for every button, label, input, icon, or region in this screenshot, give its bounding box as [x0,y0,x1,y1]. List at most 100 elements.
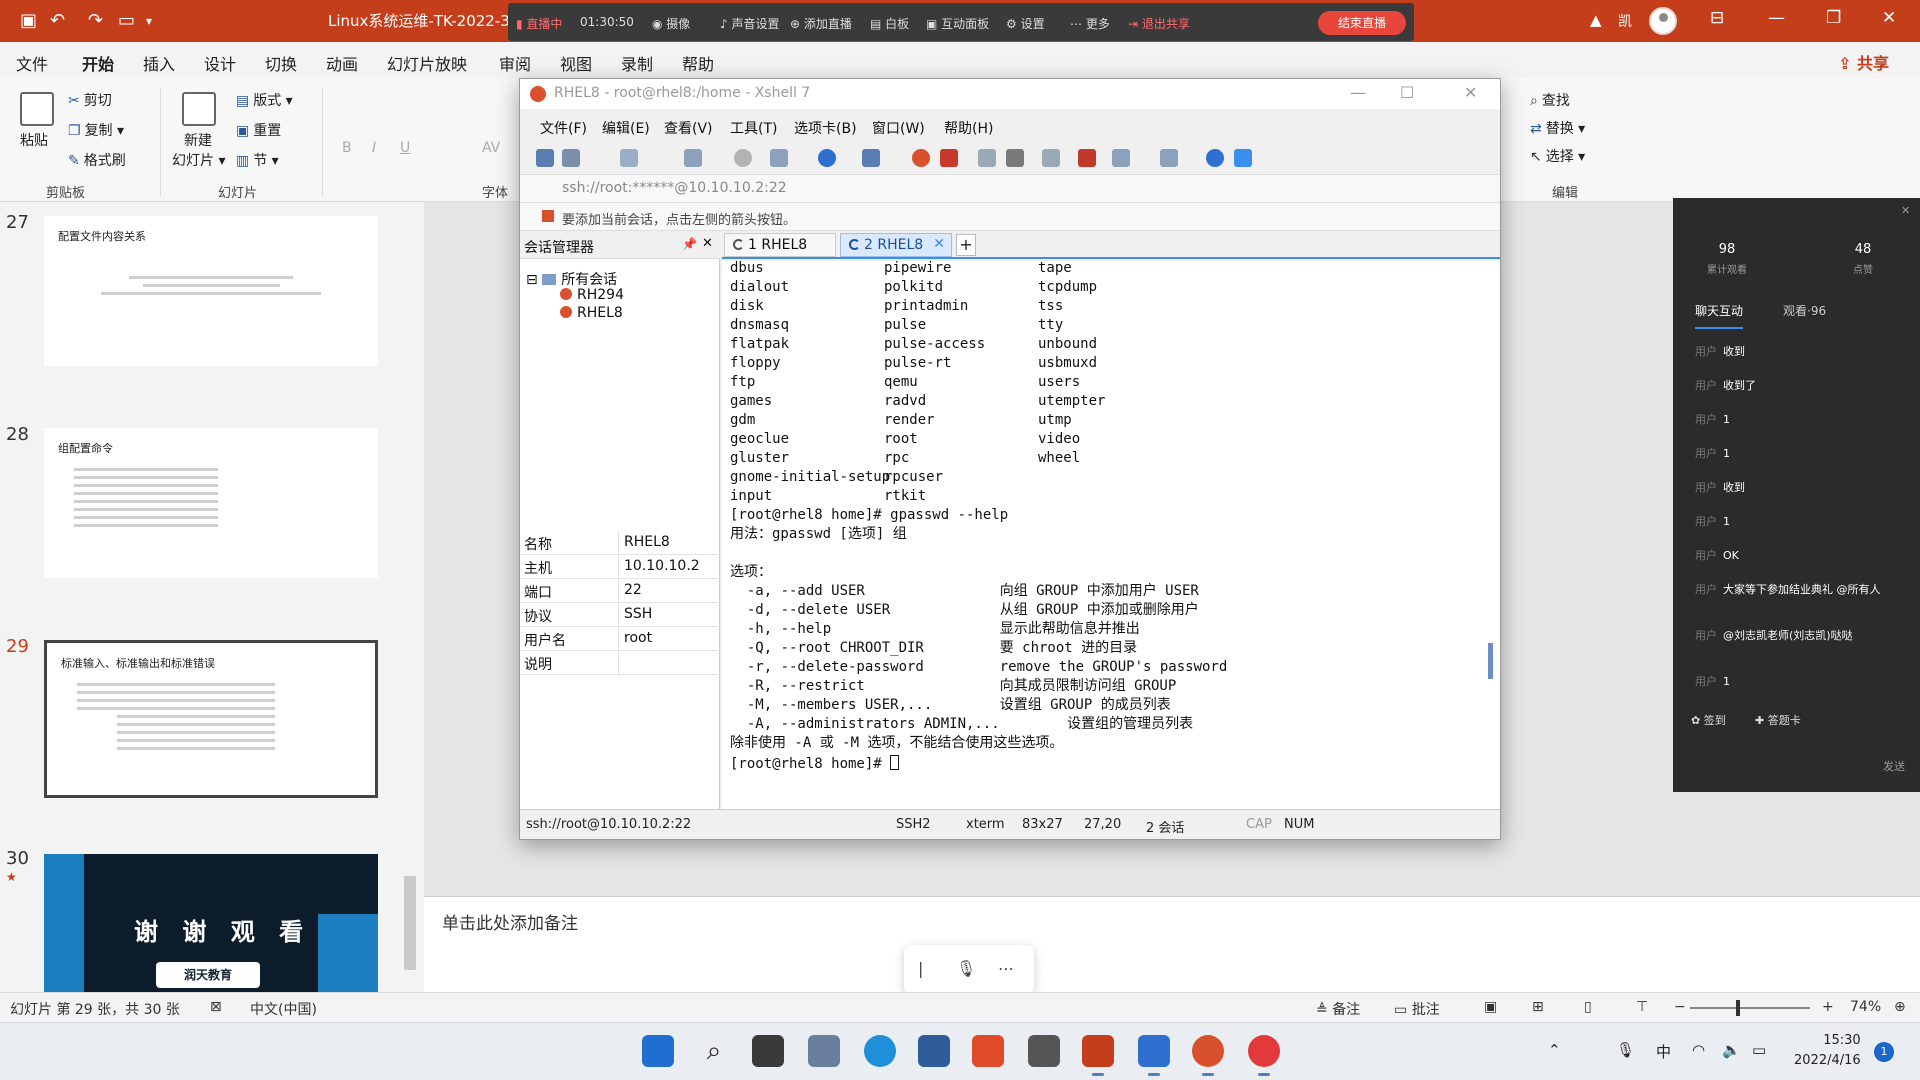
tab-slideshow[interactable]: 幻灯片放映 [387,51,467,75]
comments-toggle[interactable]: ▭ 批注 [1394,999,1440,1019]
paste-button[interactable]: 粘贴 [20,130,48,150]
menu-file[interactable]: 文件(F) [540,118,587,138]
tab-view[interactable]: 视图 [560,51,592,75]
spacing-button[interactable]: AV [482,140,500,156]
drag-handle[interactable]: | [918,959,923,978]
file-explorer-icon[interactable] [808,1035,840,1067]
powerpoint-icon[interactable] [1082,1035,1114,1076]
tab-session-2[interactable]: 2 RHEL8 ✕ [840,233,952,257]
store-icon[interactable] [918,1035,950,1067]
zoom-in-icon[interactable]: + [1822,999,1834,1015]
tab-home[interactable]: 开始 [82,51,115,81]
live-interact-button[interactable]: ▣ 互动面板 [926,15,989,32]
search-icon[interactable]: ⌕ [698,1035,730,1067]
notes-toggle[interactable]: ≜ 备注 [1316,999,1360,1019]
microphone-icon[interactable]: 🎙 [956,959,976,978]
italic-button[interactable]: I [372,140,376,156]
font-icon[interactable] [862,149,880,167]
reading-view-icon[interactable]: ▯ [1584,999,1592,1015]
zoom-slider[interactable] [1690,1007,1810,1009]
cut-button[interactable]: ✂ 剪切 [68,90,112,110]
share-button[interactable]: ⇪ 共享 [1838,50,1889,74]
minimize-icon[interactable]: — [1768,8,1785,28]
select-button[interactable]: ↖ 选择 ▾ [1530,146,1585,166]
avatar[interactable] [1649,7,1677,35]
save-icon[interactable]: ▣ [20,10,37,31]
tree-root[interactable]: ⊟ 所有会话 [526,269,617,289]
ime-indicator[interactable]: 中 [1656,1041,1671,1062]
remote-icon[interactable] [1138,1035,1170,1076]
copy-icon[interactable] [684,149,702,167]
minimize-icon[interactable]: — [1350,83,1366,102]
tab-insert[interactable]: 插入 [143,51,175,75]
live-exit-share-button[interactable]: ⇥ 退出共享 [1128,15,1190,32]
chevron-up-icon[interactable]: ⌃ [1548,1041,1561,1059]
find-button[interactable]: ⌕ 查找 [1530,90,1570,110]
volume-icon[interactable]: 🔈 [1722,1041,1741,1059]
present-icon[interactable]: ▭ [118,10,135,31]
globe-icon[interactable] [818,149,836,167]
live-camera-button[interactable]: ◉ 摄像 [652,15,690,32]
tab-review[interactable]: 审阅 [499,51,531,75]
tab-transitions[interactable]: 切换 [265,51,297,75]
menu-window[interactable]: 窗口(W) [872,118,925,138]
edge-icon[interactable] [864,1035,896,1067]
keyboard-icon[interactable] [1042,149,1060,167]
live-whiteboard-button[interactable]: ▤ 白板 [870,15,909,32]
tab-chat[interactable]: 聊天互动 [1695,302,1744,329]
address-text[interactable]: ssh://root:******@10.10.10.2:22 [562,180,787,196]
zoom-slider-thumb[interactable] [1736,1000,1740,1016]
close-icon[interactable]: ✕ [1882,8,1896,28]
layout-button[interactable]: ▤ 版式 ▾ [236,90,293,110]
print-icon[interactable] [770,149,788,167]
clock[interactable]: 15:30 2022/4/16 [1794,1031,1861,1071]
slide-thumbnail-29[interactable]: 标准输入、标准输出和标准错误 [44,640,378,798]
maximize-icon[interactable]: ☐ [1400,83,1414,102]
scrollbar-thumb[interactable] [404,876,416,970]
menu-edit[interactable]: 编辑(E) [602,118,650,138]
restore-icon[interactable]: ❐ [1826,8,1841,28]
end-live-button[interactable]: 结束直播 [1318,11,1406,35]
terminal[interactable]: dbus dialout disk dnsmasq flatpak floppy ftp ga… [722,260,1500,809]
live-settings-button[interactable]: ⚙ 设置 [1006,15,1045,32]
sign-in-button[interactable]: ✿ 签到 [1691,712,1726,728]
wifi-icon[interactable]: ◠ [1692,1041,1705,1059]
layout-icon[interactable] [1160,149,1178,167]
tab-design[interactable]: 设计 [204,51,236,75]
tab-help[interactable]: 帮助 [682,51,714,75]
menu-tabs[interactable]: 选项卡(B) [794,118,857,138]
menu-tools[interactable]: 工具(T) [730,118,777,138]
answer-card-button[interactable]: ✚ 答题卡 [1755,712,1801,728]
redo-icon[interactable]: ↷ [88,10,103,31]
apps-icon[interactable] [1028,1035,1060,1067]
xshell-address-bar[interactable]: ssh://root:******@10.10.10.2:22 [520,175,1500,203]
more-icon[interactable]: ⋯ [998,959,1014,978]
xshell-taskbar-icon[interactable] [1192,1035,1224,1076]
new-session-icon[interactable] [536,149,554,167]
notes-placeholder[interactable]: 单击此处添加备注 [442,909,578,934]
menu-help[interactable]: 帮助(H) [944,118,993,138]
microphone-icon[interactable]: 🎙 [1616,1041,1635,1059]
transfer-icon[interactable] [1112,149,1130,167]
section-button[interactable]: ▥ 节 ▾ [236,150,279,170]
paste-icon[interactable] [20,92,54,126]
slide-thumbnail-27[interactable]: 配置文件内容关系 [44,216,378,366]
slide-sorter-icon[interactable]: ⊞ [1532,999,1544,1015]
slide-thumbnail-28[interactable]: 组配置命令 [44,428,378,578]
fullscreen-icon[interactable] [978,149,996,167]
warning-icon[interactable]: ▲ [1590,11,1602,29]
help-icon[interactable] [1206,149,1224,167]
bookmark-icon[interactable] [542,210,554,222]
live-add-button[interactable]: ⊕ 添加直播 [790,15,852,32]
xftp-icon[interactable] [940,149,958,167]
live-sound-button[interactable]: ♪ 声音设置 [720,15,780,32]
xshell-icon[interactable] [912,149,930,167]
chat-icon[interactable] [1234,149,1252,167]
live-more-button[interactable]: ⋯ 更多 [1070,15,1110,32]
close-icon[interactable]: ✕ [702,236,713,251]
bold-button[interactable]: B [342,140,352,156]
task-view-icon[interactable] [752,1035,784,1067]
terminal-scrollbar[interactable] [1488,643,1493,679]
lock-icon[interactable] [1006,149,1024,167]
tab-viewers[interactable]: 观看·96 [1783,302,1826,319]
